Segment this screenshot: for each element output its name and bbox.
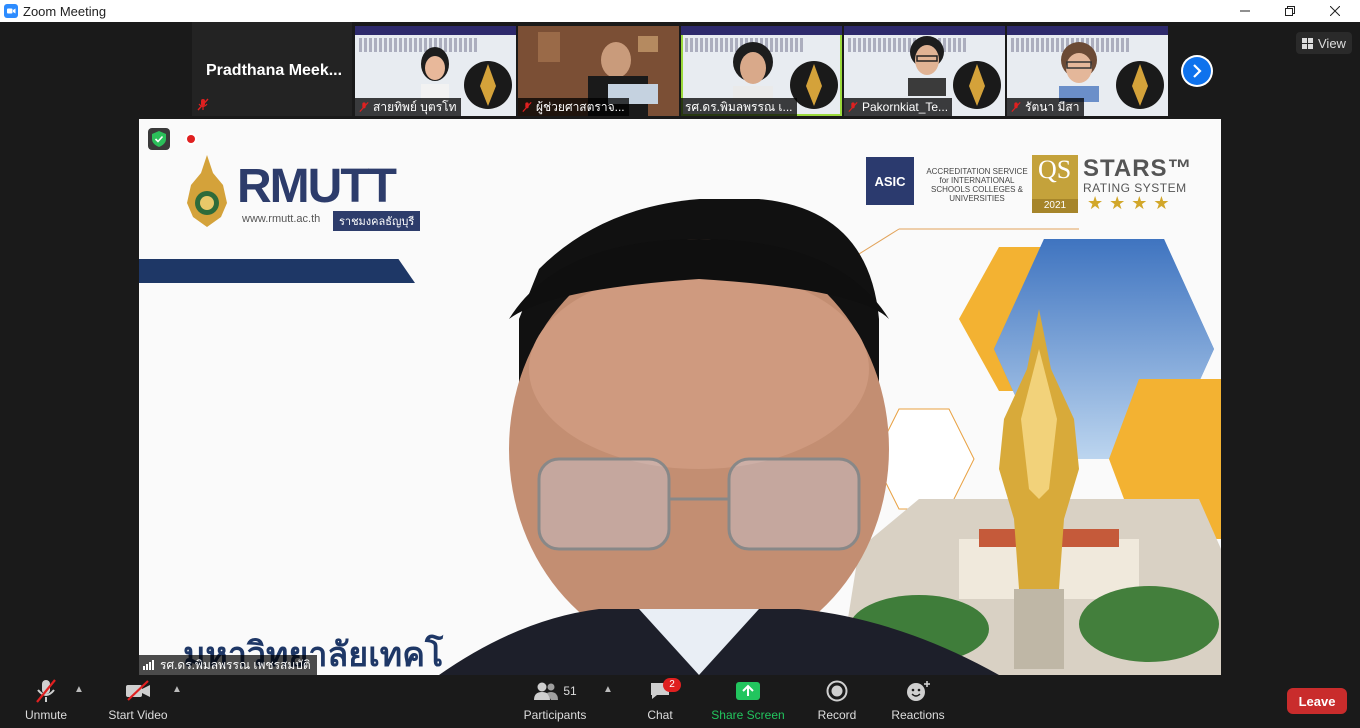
meeting-toolbar: Unmute ▲ Start Video ▲ 51 Participants ▲: [0, 676, 1360, 728]
share-screen-icon: [736, 682, 760, 700]
slide-header-band: [681, 26, 842, 35]
leave-button[interactable]: Leave: [1287, 688, 1347, 714]
participant-name: รศ.ดร.พิมลพรรณ เ...: [685, 99, 793, 114]
qs-logo-text: QS: [1038, 155, 1072, 184]
participant-name: Pakornkiat_Te...: [862, 100, 949, 114]
encryption-shield-icon[interactable]: [148, 128, 170, 150]
asic-text: ACCREDITATION SERVICE for INTERNATIONAL …: [926, 167, 1028, 203]
gold-emblem-icon: [1116, 61, 1164, 109]
participant-label: ผู้ช่วยศาสตราจ...: [518, 98, 629, 116]
participant-tile[interactable]: สายทิพย์ บุตรโท: [355, 26, 516, 116]
share-screen-label: Share Screen: [711, 708, 785, 722]
participant-label: Pakornkiat_Te...: [844, 98, 953, 116]
slide-header-band: [355, 26, 516, 35]
muted-mic-icon: [36, 679, 56, 703]
video-off-icon: [126, 680, 150, 701]
video-options-caret-icon[interactable]: ▲: [172, 684, 182, 695]
unmute-button[interactable]: Unmute: [22, 676, 70, 728]
minimize-button[interactable]: [1222, 0, 1268, 22]
view-button-label: View: [1318, 35, 1346, 51]
asic-logo: ASIC: [866, 157, 914, 205]
participant-tile[interactable]: Pakornkiat_Te...: [844, 26, 1005, 116]
muted-mic-icon: [359, 102, 369, 112]
next-page-button[interactable]: [1181, 55, 1213, 87]
participant-avatar: [421, 47, 449, 100]
rmutt-url: www.rmutt.ac.th: [242, 213, 321, 225]
chevron-right-icon: [1193, 64, 1202, 78]
active-speaker-video[interactable]: RMUTT www.rmutt.ac.th ราชมงคลธัญบุรี ASI…: [139, 119, 1221, 675]
participant-tile[interactable]: รศ.ดร.พิมลพรรณ เ...: [681, 26, 842, 116]
rmutt-thai-label: ราชมงคลธัญบุรี: [333, 211, 421, 231]
muted-mic-icon: [522, 102, 532, 112]
muted-mic-icon: [1011, 102, 1021, 112]
gold-emblem-icon: [953, 61, 1001, 109]
signal-bars-icon: [143, 660, 154, 670]
participant-avatar: [1059, 42, 1099, 102]
rmutt-emblem-icon: [187, 155, 227, 227]
participant-label: รัตนา มีสา: [1007, 98, 1084, 116]
participant-tile[interactable]: ผู้ช่วยศาสตราจ...: [518, 26, 679, 116]
view-button[interactable]: View: [1296, 32, 1352, 54]
reactions-label: Reactions: [891, 708, 945, 722]
gold-emblem-icon: [464, 61, 512, 109]
meeting-stage: Pradthana Meek... สายทิพย์ บุตรโท ผู้ช่ว…: [0, 22, 1360, 676]
participant-avatar: [908, 36, 946, 96]
participant-avatar: [733, 42, 773, 102]
speaker-figure: [439, 199, 999, 675]
participants-caret-icon[interactable]: ▲: [603, 684, 613, 695]
zoom-app-icon: [4, 4, 18, 18]
start-video-button[interactable]: Start Video: [106, 676, 170, 728]
record-button[interactable]: Record: [814, 676, 860, 728]
chat-unread-badge: 2: [663, 678, 681, 692]
participant-name: รัตนา มีสา: [1025, 99, 1080, 114]
start-video-label: Start Video: [108, 708, 168, 722]
qs-logo: QS 2021: [1032, 155, 1078, 213]
speaker-name-tag: รศ.ดร.พิมลพรรณ เพชรสมบัติ: [139, 655, 317, 675]
window-title: Zoom Meeting: [23, 4, 107, 19]
slide-header-band: [1007, 26, 1168, 35]
chat-label: Chat: [647, 708, 673, 722]
record-icon: [826, 680, 848, 702]
participants-icon: [534, 682, 559, 700]
restore-button[interactable]: [1267, 0, 1313, 22]
share-screen-button[interactable]: Share Screen: [710, 676, 786, 728]
chat-button[interactable]: 2 Chat: [642, 676, 681, 728]
slide-stripe: [139, 259, 415, 283]
reactions-button[interactable]: Reactions: [888, 676, 948, 728]
participants-label: Participants: [523, 708, 587, 722]
close-button[interactable]: [1312, 0, 1358, 22]
participant-name: สายทิพย์ บุตรโท: [373, 99, 457, 114]
restore-icon: [1285, 6, 1295, 16]
participant-label: รศ.ดร.พิมลพรรณ เ...: [681, 98, 797, 116]
shield-check-icon: [152, 131, 166, 147]
rmutt-logo-text: RMUTT: [237, 160, 397, 213]
participant-label: สายทิพย์ บุตรโท: [355, 98, 461, 116]
self-name: Pradthana Meek...: [206, 62, 343, 79]
self-video-tile[interactable]: Pradthana Meek...: [192, 22, 352, 116]
reactions-icon: [907, 681, 930, 701]
qs-year: 2021: [1032, 199, 1078, 213]
participant-tile[interactable]: รัตนา มีสา: [1007, 26, 1168, 116]
grid-view-icon: [1302, 37, 1313, 49]
minimize-icon: [1240, 10, 1250, 12]
close-icon: [1330, 6, 1340, 16]
stars-rating-icons: ★★★★: [1087, 193, 1176, 213]
speaker-name: รศ.ดร.พิมลพรรณ เพชรสมบัติ: [160, 657, 311, 672]
stars-title: STARS™: [1083, 155, 1193, 182]
muted-mic-icon: [848, 102, 858, 112]
participants-count: 51: [563, 684, 577, 698]
participant-name: ผู้ช่วยศาสตราจ...: [536, 99, 625, 114]
record-label: Record: [817, 708, 857, 722]
audio-options-caret-icon[interactable]: ▲: [74, 684, 84, 695]
participants-button[interactable]: 51 Participants: [522, 676, 588, 728]
muted-mic-icon: [197, 98, 209, 111]
title-bar: Zoom Meeting: [0, 0, 1360, 22]
recording-indicator-icon: [185, 133, 197, 145]
unmute-label: Unmute: [24, 708, 68, 722]
